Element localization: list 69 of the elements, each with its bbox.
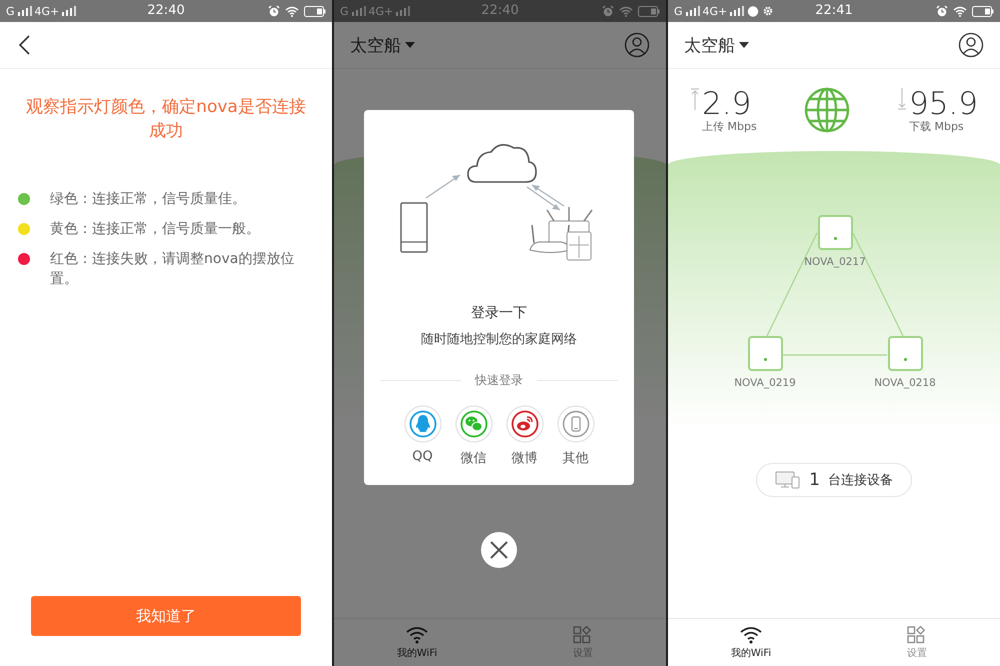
tab[interactable]: 我的WiFi [334, 619, 500, 666]
login-option[interactable]: 微信 [454, 405, 492, 467]
carrier-label: G [6, 4, 15, 18]
battery-icon [638, 6, 660, 16]
penguin-icon [404, 405, 442, 443]
clock-time: 22:41 [815, 3, 853, 18]
alarm-icon [936, 5, 948, 17]
legend-text: 红色：连接失败，请调整nova的摆放位置。 [50, 250, 296, 289]
node-name: NOVA_0219 [734, 377, 796, 389]
grid-icon [573, 626, 593, 644]
instruction-title: 观察指示灯颜色，确定nova是否连接成功 [25, 96, 307, 143]
legend-text: 绿色：连接正常，信号质量佳。 [50, 190, 246, 209]
signal-icon [730, 6, 744, 16]
carrier-label: 4G+ [702, 4, 728, 18]
clock-time: 22:40 [147, 3, 185, 18]
wifi-icon [405, 626, 429, 644]
login-option[interactable]: 其他 [556, 405, 594, 467]
download-arrow-icon [896, 88, 907, 110]
download-speed: 95.9 [908, 88, 978, 120]
close-button[interactable] [481, 532, 517, 568]
dialog-title: 登录一下 [471, 304, 527, 322]
signal-icon [18, 6, 32, 16]
download-label: 下载 Mbps [908, 120, 965, 132]
section-label: 快速登录 [475, 372, 523, 389]
battery-icon [972, 6, 994, 16]
caret-icon [405, 42, 415, 48]
grid-icon [907, 626, 927, 644]
signal-icon [62, 6, 76, 16]
clock-time: 22:40 [481, 3, 519, 18]
signal-icon [686, 6, 700, 16]
phone-icon [556, 405, 594, 443]
upload-label: 上传 Mbps [702, 120, 757, 132]
network-selector[interactable]: 太空船 [350, 34, 415, 56]
tab[interactable]: 设置 [834, 619, 1000, 666]
login-option[interactable]: 微博 [506, 405, 544, 467]
globe-icon [804, 87, 850, 133]
alarm-icon [602, 5, 614, 17]
wifi-icon [285, 6, 299, 16]
wifi-icon [619, 6, 633, 16]
wifi-icon [953, 6, 967, 16]
profile-icon[interactable] [958, 32, 984, 58]
close-icon [489, 540, 509, 560]
mesh-node[interactable] [748, 336, 782, 371]
connected-devices-button[interactable]: 1 台连接设备 [756, 463, 912, 497]
devices-icon [775, 471, 802, 489]
caret-icon [739, 42, 749, 48]
signal-icon [396, 6, 410, 16]
carrier-label: 4G+ [34, 4, 60, 18]
network-selector[interactable]: 太空船 [684, 34, 749, 56]
carrier-label: 4G+ [368, 4, 394, 18]
carrier-label: G [674, 4, 683, 18]
carrier-label: G [340, 4, 349, 18]
wifi-icon [739, 626, 763, 644]
dialog-subtitle: 随时随地控制您的家庭网络 [421, 331, 577, 348]
battery-icon [304, 6, 326, 16]
node-name: NOVA_0218 [874, 377, 936, 389]
eye-swirl-icon [506, 405, 544, 443]
legend-text: 黄色：连接正常，信号质量一般。 [50, 220, 260, 239]
upload-speed: 2.9 [702, 88, 752, 120]
mesh-node[interactable] [818, 215, 852, 250]
upload-arrow-icon [690, 88, 700, 110]
node-name: NOVA_0217 [804, 256, 866, 268]
mesh-node[interactable] [888, 336, 922, 371]
signal-icon [352, 6, 366, 16]
chat-bubbles-icon [454, 405, 492, 443]
back-icon[interactable] [18, 35, 30, 55]
login-option[interactable]: QQ [404, 405, 442, 467]
alarm-icon [268, 5, 280, 17]
tab[interactable]: 我的WiFi [668, 619, 834, 666]
